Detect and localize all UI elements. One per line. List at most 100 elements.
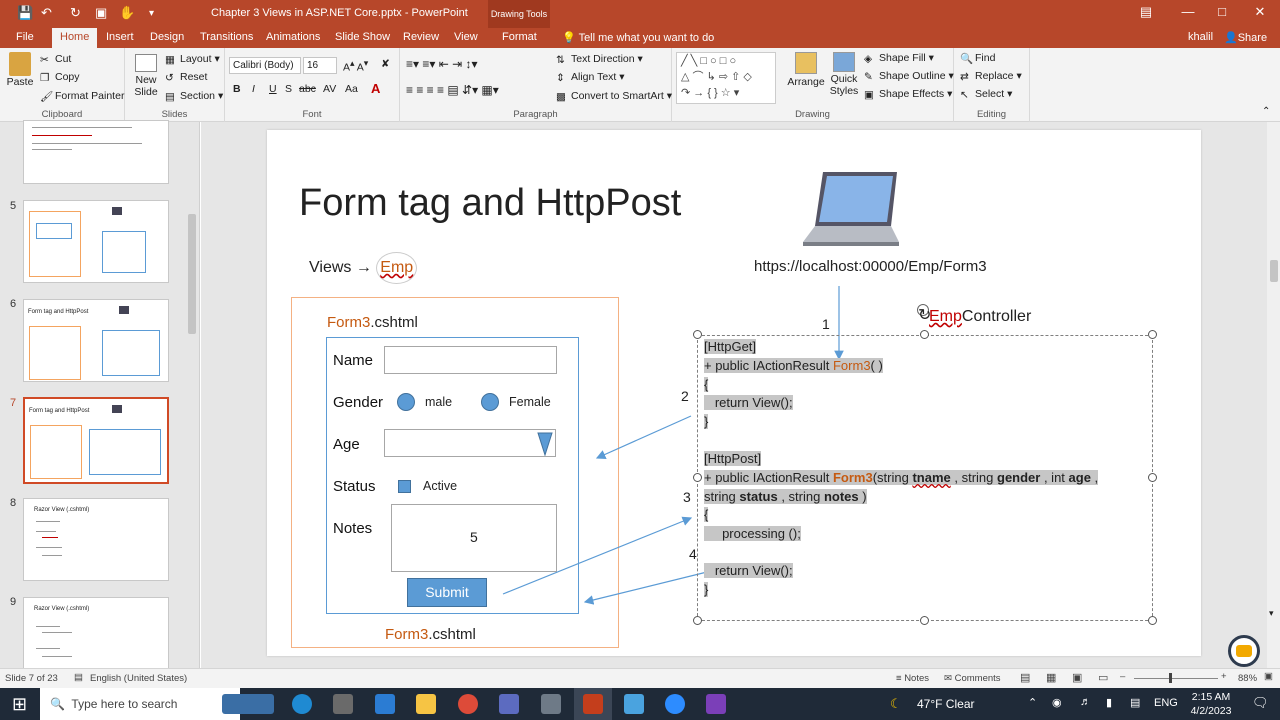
tab-review[interactable]: Review xyxy=(403,31,439,43)
reset-button[interactable]: ↺ Reset xyxy=(165,71,207,84)
arrange-button[interactable]: Arrange xyxy=(786,52,826,88)
bullets-icon[interactable]: ≡▾ ≡▾ ⇤ ⇥ ↕▾ xyxy=(406,57,478,71)
replace-button[interactable]: ⇄ Replace ▾ xyxy=(960,70,1022,83)
tab-slide-show[interactable]: Slide Show xyxy=(335,31,390,43)
slide-thumb-7[interactable]: Form tag and HttpPost xyxy=(23,397,169,484)
resize-handle[interactable] xyxy=(1148,616,1157,625)
news-widget-icon[interactable] xyxy=(222,694,274,714)
windows-start-icon[interactable]: ⊞ xyxy=(12,694,27,715)
ribbon-display-icon[interactable]: ▤ xyxy=(1136,4,1156,20)
underline-button[interactable]: U xyxy=(269,83,277,95)
grow-font-icon[interactable]: A▴ A▾ xyxy=(343,58,368,74)
zoom-slider-thumb[interactable] xyxy=(1169,673,1172,683)
zoom-app-icon[interactable] xyxy=(665,694,685,714)
comments-button[interactable]: ✉ Comments xyxy=(944,673,1001,684)
tray-chevron-icon[interactable]: ⌃ xyxy=(1028,696,1037,709)
tab-home[interactable]: Home xyxy=(52,28,98,48)
store-icon[interactable] xyxy=(333,694,353,714)
present-icon[interactable]: ▣ xyxy=(95,5,107,21)
volume-icon[interactable]: ♬ xyxy=(1080,696,1091,708)
scroll-down-icon[interactable]: ▾ xyxy=(1269,608,1274,619)
maximize-icon[interactable]: □ xyxy=(1212,4,1232,19)
slide-thumb-8[interactable]: Razor View (.cshtml) xyxy=(23,498,169,581)
app-icon[interactable] xyxy=(499,694,519,714)
align-icons[interactable]: ≡ ≡ ≡ ≡ ▤ ⇵▾ ▦▾ xyxy=(406,83,499,97)
tab-view[interactable]: View xyxy=(454,31,478,43)
tab-animations[interactable]: Animations xyxy=(266,31,320,43)
tab-transitions[interactable]: Transitions xyxy=(200,31,253,43)
network-icon[interactable]: ▤ xyxy=(1130,696,1140,709)
font-size-select[interactable]: 16 xyxy=(303,57,337,74)
taskbar-search-box[interactable]: 🔍 Type here to search xyxy=(40,688,240,720)
find-button[interactable]: 🔍 Find xyxy=(960,52,995,65)
zoom-level[interactable]: 88% xyxy=(1238,673,1257,684)
char-spacing-button[interactable]: AV xyxy=(323,83,336,95)
resize-handle[interactable] xyxy=(1148,330,1157,339)
scrollbar-thumb[interactable] xyxy=(188,214,196,334)
tab-file[interactable]: File xyxy=(16,31,34,43)
normal-view-icon[interactable]: ▤ xyxy=(1020,671,1030,684)
touch-mode-icon[interactable]: ✋ xyxy=(119,5,135,21)
slide-thumb-4[interactable] xyxy=(23,120,169,184)
close-icon[interactable]: ✕ xyxy=(1250,4,1270,20)
bold-button[interactable]: B xyxy=(233,83,241,95)
resize-handle[interactable] xyxy=(1148,473,1157,482)
tab-design[interactable]: Design xyxy=(150,31,184,43)
slide-sorter-icon[interactable]: ▦ xyxy=(1046,671,1056,684)
notification-icon[interactable]: 🗨 xyxy=(1252,695,1269,711)
edge-icon[interactable] xyxy=(292,694,312,714)
snipping-tool-icon[interactable] xyxy=(541,694,561,714)
select-button[interactable]: ↖ Select ▾ xyxy=(960,88,1012,101)
undo-icon[interactable]: ↶ xyxy=(41,5,52,21)
clear-format-icon[interactable]: ✘ xyxy=(381,58,390,70)
input-language[interactable]: ENG xyxy=(1154,697,1178,709)
italic-button[interactable]: I xyxy=(252,83,255,95)
tab-insert[interactable]: Insert xyxy=(106,31,134,43)
shape-fill-button[interactable]: ◈ Shape Fill ▾ xyxy=(864,52,934,65)
slide[interactable]: Form tag and HttpPost Views → Emp https:… xyxy=(267,130,1201,656)
tell-me-search[interactable]: 💡 Tell me what you want to do xyxy=(562,31,714,44)
change-case-button[interactable]: Aa xyxy=(345,83,358,95)
collapse-ribbon-icon[interactable]: ⌃ xyxy=(1262,106,1270,117)
resize-handle[interactable] xyxy=(920,330,929,339)
notepad-icon[interactable] xyxy=(624,694,644,714)
slide-thumb-5[interactable] xyxy=(23,200,169,283)
tab-format[interactable]: Format xyxy=(502,31,537,43)
format-painter-button[interactable]: 🖌 Format Painter xyxy=(40,90,124,103)
convert-smartart-button[interactable]: ▩ Convert to SmartArt ▾ xyxy=(556,90,672,103)
battery-icon[interactable]: ▮ xyxy=(1106,696,1112,709)
scrollbar-thumb[interactable] xyxy=(1270,260,1278,282)
chat-bubble-icon[interactable] xyxy=(1228,635,1260,667)
align-text-button[interactable]: ⇕ Align Text ▾ xyxy=(556,71,625,84)
user-name[interactable]: khalil xyxy=(1188,31,1213,43)
share-button[interactable]: 👤Share xyxy=(1224,31,1267,44)
shape-outline-button[interactable]: ✎ Shape Outline ▾ xyxy=(864,70,954,83)
redo-icon[interactable]: ↻ xyxy=(70,5,81,21)
zoom-in-icon[interactable]: + xyxy=(1221,671,1227,682)
zoom-out-icon[interactable]: – xyxy=(1120,671,1125,682)
new-slide-button[interactable]: New Slide xyxy=(131,54,161,98)
resize-handle[interactable] xyxy=(693,330,702,339)
notes-button[interactable]: ≡ Notes xyxy=(896,673,929,684)
clock[interactable]: 2:15 AM 4/2/2023 xyxy=(1183,690,1239,718)
thumbnail-scrollbar[interactable] xyxy=(186,122,198,668)
resize-handle[interactable] xyxy=(920,616,929,625)
file-explorer-icon[interactable] xyxy=(416,694,436,714)
wifi-icon[interactable]: ◉ xyxy=(1052,696,1062,709)
slideshow-view-icon[interactable]: ▭ xyxy=(1098,671,1108,684)
proofing-icon[interactable]: ▤ xyxy=(74,672,83,683)
zoom-slider[interactable] xyxy=(1134,678,1218,679)
font-face-select[interactable]: Calibri (Body) xyxy=(229,57,301,74)
customize-qat-icon[interactable]: ▾ xyxy=(149,8,154,19)
section-button[interactable]: ▤ Section ▾ xyxy=(165,90,223,103)
reading-view-icon[interactable]: ▣ xyxy=(1072,671,1082,684)
cut-button[interactable]: ✂ Cut xyxy=(40,53,71,66)
language-status[interactable]: English (United States) xyxy=(90,673,187,684)
resize-handle[interactable] xyxy=(693,616,702,625)
chrome-icon[interactable] xyxy=(458,694,478,714)
minimize-icon[interactable]: — xyxy=(1178,4,1198,19)
mail-icon[interactable] xyxy=(375,694,395,714)
font-color-button[interactable]: A xyxy=(371,81,380,96)
slide-thumb-6[interactable]: Form tag and HttpPost xyxy=(23,299,169,382)
fit-slide-icon[interactable]: ▣ xyxy=(1264,671,1273,682)
